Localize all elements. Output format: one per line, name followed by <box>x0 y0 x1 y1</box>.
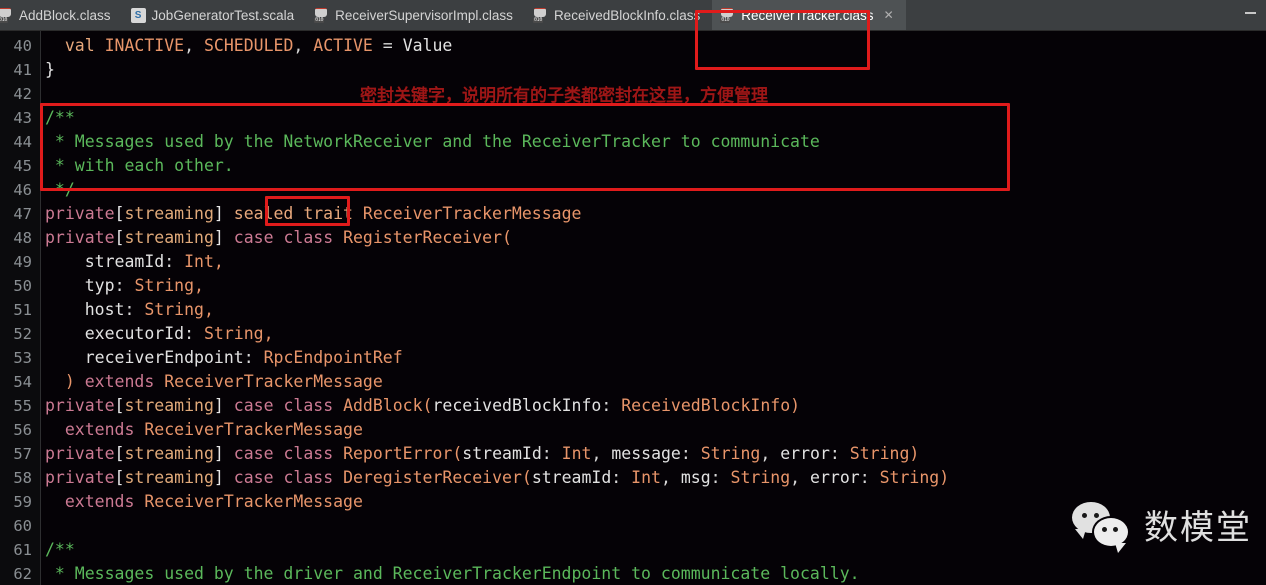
close-icon[interactable]: ✕ <box>884 8 894 22</box>
line-number: 43 <box>13 109 32 127</box>
line-number: 62 <box>13 565 32 583</box>
line-number: 47 <box>13 205 32 223</box>
wechat-logo-icon <box>1072 501 1134 553</box>
code-line: 51 host: String, <box>0 298 1266 322</box>
code-line: 50 typ: String, <box>0 274 1266 298</box>
line-number: 55 <box>13 397 32 415</box>
line-content: receiverEndpoint: RpcEndpointRef <box>84 348 403 367</box>
line-number: 59 <box>13 493 32 511</box>
tab-label: ReceiverSupervisorImpl.class <box>335 7 513 23</box>
tab-label: JobGeneratorTest.scala <box>151 7 295 23</box>
code-line: 53 receiverEndpoint: RpcEndpointRef <box>0 346 1266 370</box>
line-content: private[streaming] sealed trait Receiver… <box>45 204 582 223</box>
tab-addblock-class[interactable]: 010 AddBlock.class <box>0 0 123 30</box>
code-line: 44 * Messages used by the NetworkReceive… <box>0 130 1266 154</box>
tab-label: AddBlock.class <box>19 7 111 23</box>
line-content: executorId: String, <box>84 324 274 343</box>
line-content: /** <box>45 108 75 127</box>
line-content: streamId: Int, <box>84 252 224 271</box>
tab-label: ReceiverTracker.class <box>741 7 874 23</box>
chinese-annotation-text: 密封关键字，说明所有的子类都密封在这里，方便管理 <box>360 86 768 106</box>
line-number: 57 <box>13 445 32 463</box>
line-number: 49 <box>13 253 32 271</box>
line-number: 56 <box>13 421 32 439</box>
editor-tab-bar: 010 AddBlock.class S JobGeneratorTest.scala… <box>0 0 1266 31</box>
line-content: * with each other. <box>45 156 234 175</box>
minimize-button[interactable] <box>1245 12 1256 14</box>
tabs-container: 010 AddBlock.class S JobGeneratorTest.scala… <box>0 0 906 30</box>
tab-jobgeneratortest-scala[interactable]: S JobGeneratorTest.scala <box>122 0 307 30</box>
line-content: extends ReceiverTrackerMessage <box>64 492 363 511</box>
line-number: 45 <box>13 157 32 175</box>
line-content: private[streaming] case class Deregister… <box>45 468 950 487</box>
code-line: 47 private[streaming] sealed trait Receiv… <box>0 202 1266 226</box>
code-line: 48 private[streaming] case class Register… <box>0 226 1266 250</box>
code-line: 41} <box>0 58 1266 82</box>
code-line: 58 private[streaming] case class Deregist… <box>0 466 1266 490</box>
line-content: extends ReceiverTrackerMessage <box>64 420 363 439</box>
code-line: 57 private[streaming] case class ReportEr… <box>0 442 1266 466</box>
line-content: ) extends ReceiverTrackerMessage <box>45 372 383 391</box>
code-line: 52 executorId: String, <box>0 322 1266 346</box>
line-number: 61 <box>13 541 32 559</box>
code-line: 56 extends ReceiverTrackerMessage <box>0 418 1266 442</box>
line-content: private[streaming] case class RegisterRe… <box>45 228 512 247</box>
tab-receivertracker-class[interactable]: 010 ReceiverTracker.class ✕ <box>712 0 906 30</box>
line-number: 58 <box>13 469 32 487</box>
line-number: 44 <box>13 133 32 151</box>
code-line: 40 val INACTIVE, SCHEDULED, ACTIVE = Val… <box>0 34 1266 58</box>
line-content: /** <box>45 540 75 559</box>
line-number: 54 <box>13 373 32 391</box>
tab-label: ReceivedBlockInfo.class <box>553 7 701 23</box>
code-editor[interactable]: 40 val INACTIVE, SCHEDULED, ACTIVE = Val… <box>0 31 1266 585</box>
java-class-icon: 010 <box>314 7 329 23</box>
java-class-icon: 010 <box>532 7 548 23</box>
line-number: 53 <box>13 349 32 367</box>
line-number: 40 <box>13 37 32 55</box>
line-number: 51 <box>13 301 32 319</box>
line-number: 48 <box>13 229 32 247</box>
line-number: 52 <box>13 325 32 343</box>
line-content: */ <box>45 180 75 199</box>
code-line: 45 * with each other. <box>0 154 1266 178</box>
tab-receivedblockinfo-class[interactable]: 010 ReceivedBlockInfo.class <box>524 0 713 30</box>
line-content: * Messages used by the driver and Receiv… <box>45 564 860 583</box>
code-line: 46 */ <box>0 178 1266 202</box>
line-number: 50 <box>13 277 32 295</box>
line-content: private[streaming] case class ReportErro… <box>45 444 920 463</box>
java-class-icon: 010 <box>720 7 735 23</box>
line-number: 46 <box>13 181 32 199</box>
line-content: } <box>45 60 55 79</box>
java-class-icon: 010 <box>0 7 13 23</box>
code-line: 55 private[streaming] case class AddBlock… <box>0 394 1266 418</box>
line-content: * Messages used by the NetworkReceiver a… <box>45 132 820 151</box>
line-content: private[streaming] case class AddBlock(r… <box>45 396 801 415</box>
code-line: 62 * Messages used by the driver and Rec… <box>0 562 1266 585</box>
code-line: 54 ) extends ReceiverTrackerMessage <box>0 370 1266 394</box>
line-content: val INACTIVE, SCHEDULED, ACTIVE = Value <box>64 36 453 55</box>
line-content: host: String, <box>84 300 214 319</box>
line-number: 42 <box>13 85 32 103</box>
watermark-text: 数模堂 <box>1144 508 1252 548</box>
code-line: 49 streamId: Int, <box>0 250 1266 274</box>
line-content: typ: String, <box>84 276 204 295</box>
line-number: 41 <box>13 61 32 79</box>
tab-receiversupervisorimpl-class[interactable]: 010 ReceiverSupervisorImpl.class <box>306 0 525 30</box>
line-number: 60 <box>13 517 32 535</box>
code-line: 43 /** <box>0 106 1266 130</box>
scala-file-icon: S <box>130 7 146 23</box>
watermark: 数模堂 <box>1072 500 1252 553</box>
